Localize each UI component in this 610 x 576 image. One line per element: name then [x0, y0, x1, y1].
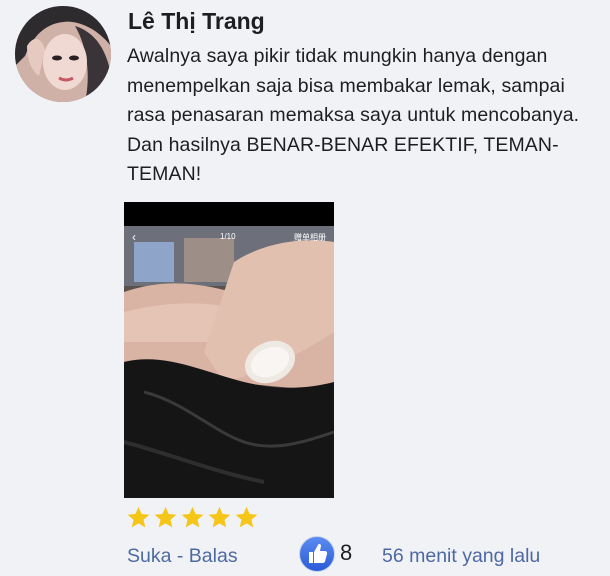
photo-tag: 赠单相册: [294, 233, 326, 242]
star-icon: [181, 506, 204, 528]
avatar[interactable]: [15, 6, 111, 102]
like-link[interactable]: Suka: [127, 545, 171, 567]
reply-link[interactable]: Balas: [189, 545, 238, 567]
star-icon: [208, 506, 231, 528]
photo-counter: 1/10: [220, 232, 236, 241]
comment-photo[interactable]: ‹ 1/10 赠单相册: [124, 202, 334, 498]
action-separator: -: [171, 545, 189, 567]
star-icon: [154, 506, 177, 528]
back-icon: ‹: [132, 230, 136, 244]
star-icon: [235, 506, 258, 528]
comment-author-name[interactable]: Lê Thị Trang: [128, 8, 265, 35]
like-count: 8: [340, 540, 353, 565]
star-icon: [127, 506, 150, 528]
thumbs-up-icon[interactable]: [299, 536, 335, 572]
comment-actions: Suka - Balas: [127, 545, 238, 568]
star-rating: [126, 505, 259, 530]
photo-toolbar: ‹ 1/10 赠单相册: [124, 226, 334, 248]
avatar-image: [15, 6, 111, 102]
comment-text: Awalnya saya pikir tidak mungkin hanya d…: [127, 45, 580, 185]
comment-timestamp[interactable]: 56 menit yang lalu: [382, 545, 540, 568]
